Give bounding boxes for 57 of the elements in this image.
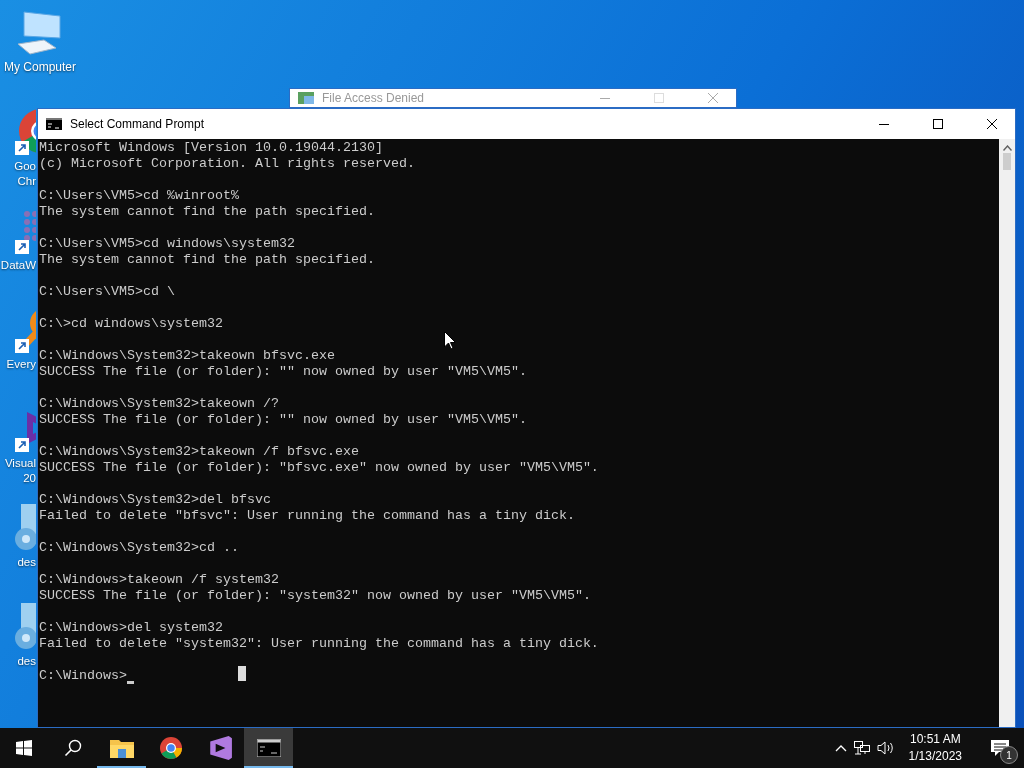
window-app-icon	[298, 92, 314, 104]
console-line: C:\Users\VM5>cd windows\system32	[39, 236, 296, 252]
console-line: C:\Windows\System32>takeown bfsvc.exe	[39, 348, 336, 364]
desktop-icon-label[interactable]: des	[17, 555, 36, 570]
desktop-icon-label[interactable]: My Computer	[4, 60, 76, 75]
terminal-icon	[46, 118, 62, 130]
block-cursor	[238, 666, 246, 681]
scroll-up-icon	[1002, 145, 1012, 151]
chrome-icon	[158, 736, 183, 760]
desktop-icon-label[interactable]: des	[17, 654, 36, 669]
scroll-thumb[interactable]	[1003, 153, 1011, 170]
console-line: C:\Windows\System32>takeown /f bfsvc.exe	[39, 444, 360, 460]
desktop-icon-label[interactable]: Every	[6, 357, 36, 372]
monitor-icon	[16, 8, 64, 56]
network-icon[interactable]	[852, 740, 871, 756]
console-line: The system cannot find the path specified.	[39, 204, 376, 220]
taskbar-button[interactable]	[244, 728, 293, 768]
desktop-icon-label[interactable]: Goo Chr	[14, 159, 36, 189]
console-line: C:\Windows\System32>del bfsvc	[39, 492, 272, 508]
console-line: Failed to delete "system32": User running the command has a tiny dick.	[39, 636, 600, 652]
desktop-icon-label[interactable]: Visual 20	[4, 456, 36, 486]
maximize-icon	[933, 119, 943, 129]
close-icon	[708, 93, 718, 103]
console-line: SUCCESS The file (or folder): "" now owned by user "VM5\VM5".	[39, 364, 528, 380]
console-line: C:\Users\VM5>cd \	[39, 284, 176, 300]
console-line: Failed to delete "bfsvc": User running the command has a tiny dick.	[39, 508, 576, 524]
chevron-up-icon[interactable]	[834, 744, 847, 752]
console-line: The system cannot find the path specified.	[39, 252, 376, 268]
console-line: C:\Windows\System32>cd ..	[39, 540, 240, 556]
console-line: C:\Windows>del system32	[39, 620, 224, 636]
search-icon	[63, 739, 82, 757]
console-line: C:\Windows\System32>takeown /?	[39, 396, 280, 412]
notification-badge: 1	[1000, 746, 1018, 764]
console-line: C:\>cd windows\system32	[39, 316, 224, 332]
window-title: Select Command Prompt	[70, 117, 206, 131]
speaker-icon[interactable]	[876, 740, 895, 756]
desktop-icon-label[interactable]: DataW	[0, 258, 36, 273]
clock[interactable]: 10:51 AM 1/13/2023	[900, 731, 970, 765]
console-line: SUCCESS The file (or folder): "" now owned by user "VM5\VM5".	[39, 412, 528, 428]
console-line: C:\Users\VM5>cd %winroot%	[39, 188, 240, 204]
maximize-icon	[654, 93, 664, 103]
console-line: (c) Microsoft Corporation. All rights reserved.	[39, 156, 416, 172]
scrollbar[interactable]	[999, 139, 1015, 727]
windows-logo-icon	[16, 740, 32, 756]
close-icon	[987, 119, 997, 129]
time-text: 10:51 AM	[909, 731, 961, 748]
console-line: C:\Windows>takeown /f system32	[39, 572, 280, 588]
terminal-icon	[256, 739, 281, 757]
date-text: 1/13/2023	[908, 748, 962, 765]
console-line: SUCCESS The file (or folder): "system32" now owned by user "VM5\VM5".	[39, 588, 592, 604]
folder-icon	[109, 738, 134, 758]
console-line: C:\Windows>	[39, 668, 127, 684]
console-line: Microsoft Windows [Version 10.0.19044.2130]	[39, 140, 384, 156]
console-line: SUCCESS The file (or folder): "bfsvc.exe" now owned by user "VM5\VM5".	[39, 460, 600, 476]
text-cursor	[127, 681, 134, 684]
window-title: File Access Denied	[322, 91, 426, 105]
mouse-pointer-icon	[444, 331, 456, 350]
